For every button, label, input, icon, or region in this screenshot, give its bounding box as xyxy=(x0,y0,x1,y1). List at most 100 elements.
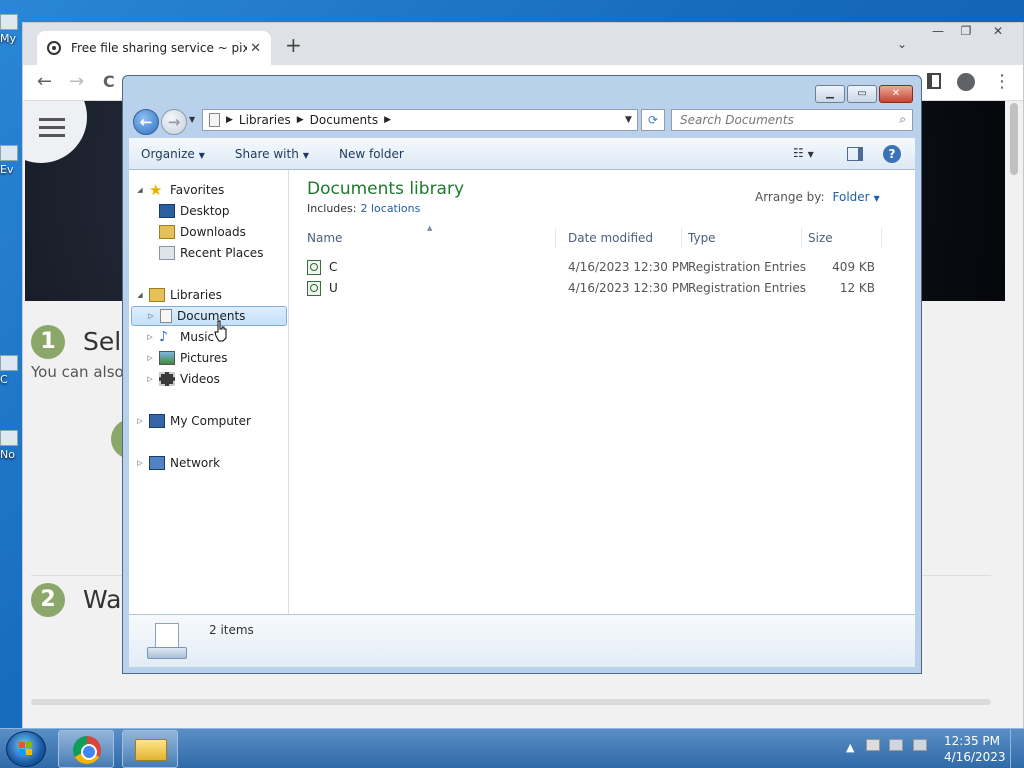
file-row[interactable]: C 4/16/2023 12:30 PM Registration Entrie… xyxy=(301,257,893,277)
locations-link[interactable]: 2 locations xyxy=(360,202,420,215)
back-button[interactable]: ← xyxy=(133,109,159,135)
tray-expand-icon[interactable]: ▲ xyxy=(846,741,854,754)
desktop-icon-my[interactable]: My xyxy=(0,14,22,45)
nav-my-computer[interactable]: ▷ My Computer xyxy=(135,411,251,431)
includes-line: Includes: 2 locations xyxy=(307,202,421,215)
taskbar-explorer-button[interactable] xyxy=(122,730,178,768)
hand-cursor-icon xyxy=(214,320,227,342)
scrollbar-thumb[interactable] xyxy=(1010,103,1018,175)
file-list-pane: Documents library Includes: 2 locations A… xyxy=(289,170,915,614)
start-button[interactable] xyxy=(6,731,46,767)
desktop-icon-c[interactable]: C xyxy=(0,355,22,386)
action-center-icon[interactable] xyxy=(865,739,880,751)
new-folder-button[interactable]: New folder xyxy=(339,147,404,161)
nav-music[interactable]: ▷ ♪ Music xyxy=(145,327,214,347)
close-button[interactable]: ✕ xyxy=(985,23,1011,39)
view-options-icon[interactable]: ☷ ▼ xyxy=(793,146,814,160)
favicon-icon xyxy=(47,41,61,55)
column-date-modified[interactable]: Date modified xyxy=(562,228,682,248)
search-input[interactable]: Search Documents ⌕ xyxy=(671,109,913,131)
nav-documents[interactable]: ▷ Documents xyxy=(131,306,287,326)
profile-avatar[interactable] xyxy=(957,73,975,91)
taskbar: ▲ 12:35 PM 4/16/2023 xyxy=(0,728,1024,768)
nav-desktop[interactable]: Desktop xyxy=(159,201,230,221)
help-icon[interactable]: ? xyxy=(883,145,901,163)
command-bar: Organize ▼ Share with ▼ New folder ☷ ▼ ? xyxy=(129,138,915,170)
step-subtitle: You can also xyxy=(31,363,124,381)
app-icon xyxy=(0,355,18,371)
expand-arrow-icon[interactable]: ▷ xyxy=(145,333,155,341)
sidepanel-icon[interactable] xyxy=(927,73,941,89)
expand-arrow-icon[interactable]: ▷ xyxy=(146,312,156,320)
network-tray-icon[interactable] xyxy=(889,739,904,751)
explorer-maximize-button[interactable]: ▭ xyxy=(847,85,877,103)
expand-arrow-icon[interactable]: ▷ xyxy=(145,354,155,362)
address-dropdown[interactable]: ▼ xyxy=(625,115,632,125)
document-icon xyxy=(209,113,220,127)
preview-pane-icon[interactable] xyxy=(847,147,863,161)
app-icon xyxy=(0,145,18,161)
explorer-close-button[interactable]: ✕ xyxy=(879,85,913,103)
hamburger-icon xyxy=(39,118,65,121)
menu-button[interactable]: ⋮ xyxy=(993,71,1011,92)
forward-button[interactable]: → xyxy=(161,109,187,135)
forward-button[interactable]: → xyxy=(69,71,84,92)
chrome-icon xyxy=(73,736,101,764)
explorer-titlebar[interactable]: ▁ ▭ ✕ xyxy=(123,76,921,106)
show-desktop-button[interactable] xyxy=(1010,729,1024,768)
arrange-by: Arrange by: Folder ▼ xyxy=(755,190,880,204)
hamburger-menu-button[interactable] xyxy=(23,101,87,163)
browser-tab[interactable]: Free file sharing service ~ pixeldrain ✕ xyxy=(37,31,271,65)
vertical-scrollbar[interactable] xyxy=(1007,101,1021,729)
folder-icon xyxy=(135,739,167,761)
address-bar[interactable]: ▶ Libraries ▶ Documents ▶ xyxy=(202,109,638,131)
arrange-by-dropdown[interactable]: Folder xyxy=(833,190,870,204)
expand-arrow-icon[interactable]: ▷ xyxy=(135,417,145,425)
desktop-icon-ev[interactable]: Ev xyxy=(0,145,22,176)
share-with-button[interactable]: Share with ▼ xyxy=(235,147,309,161)
pictures-icon xyxy=(159,351,175,365)
notepad-icon xyxy=(0,430,18,446)
system-tray: ▲ xyxy=(846,739,927,754)
expand-arrow-icon[interactable]: ◢ xyxy=(135,291,145,299)
nav-videos[interactable]: ▷ Videos xyxy=(145,369,220,389)
chevron-down-icon[interactable]: ▼ xyxy=(874,194,880,203)
nav-favorites[interactable]: ◢ ★ Favorites xyxy=(135,180,224,200)
new-tab-button[interactable]: + xyxy=(285,33,302,57)
tab-title: Free file sharing service ~ pixeldrain xyxy=(71,41,247,55)
column-size[interactable]: Size xyxy=(802,228,882,248)
nav-downloads[interactable]: Downloads xyxy=(159,222,246,242)
downloads-folder-icon xyxy=(159,225,175,239)
tab-search-button[interactable]: ⌄ xyxy=(897,37,907,51)
reload-button[interactable]: C xyxy=(103,72,115,91)
breadcrumb-documents[interactable]: Documents xyxy=(310,113,378,127)
organize-button[interactable]: Organize ▼ xyxy=(141,147,205,161)
details-pane: 2 items xyxy=(129,614,915,667)
nav-recent-places[interactable]: Recent Places xyxy=(159,243,263,263)
column-type[interactable]: Type xyxy=(682,228,802,248)
expand-arrow-icon[interactable]: ▷ xyxy=(145,375,155,383)
nav-network[interactable]: ▷ Network xyxy=(135,453,220,473)
minimize-button[interactable]: — xyxy=(925,23,951,39)
refresh-button[interactable]: ⟳ xyxy=(641,109,665,131)
recent-pages-dropdown[interactable]: ▼ xyxy=(189,115,195,124)
expand-arrow-icon[interactable]: ▷ xyxy=(135,459,145,467)
clock-time: 12:35 PM xyxy=(944,734,1000,748)
back-button[interactable]: ← xyxy=(37,71,52,92)
expand-arrow-icon[interactable]: ◢ xyxy=(135,186,145,194)
file-row[interactable]: U 4/16/2023 12:30 PM Registration Entrie… xyxy=(301,278,893,298)
tab-close-icon[interactable]: ✕ xyxy=(250,41,261,56)
library-title: Documents library xyxy=(307,179,465,199)
nav-pictures[interactable]: ▷ Pictures xyxy=(145,348,228,368)
maximize-button[interactable]: ❐ xyxy=(953,23,979,39)
explorer-minimize-button[interactable]: ▁ xyxy=(815,85,845,103)
breadcrumb-libraries[interactable]: Libraries xyxy=(239,113,291,127)
column-name[interactable]: Name xyxy=(301,228,556,248)
nav-libraries[interactable]: ◢ Libraries xyxy=(135,285,222,305)
taskbar-chrome-button[interactable] xyxy=(58,730,114,768)
navigation-pane: ◢ ★ Favorites Desktop Downloads Recent Pla… xyxy=(129,170,289,614)
desktop-icon-no[interactable]: No xyxy=(0,430,22,461)
registry-file-icon xyxy=(307,281,321,296)
volume-icon[interactable] xyxy=(912,739,927,751)
clock[interactable]: 12:35 PM 4/16/2023 xyxy=(944,733,1006,765)
